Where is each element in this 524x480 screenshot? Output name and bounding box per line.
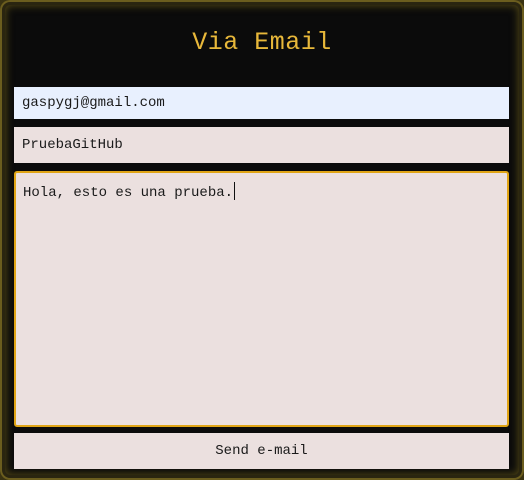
send-email-button[interactable]: Send e-mail xyxy=(14,433,509,469)
email-field[interactable]: gaspygj@gmail.com xyxy=(14,87,509,119)
email-panel: Via Email gaspygj@gmail.com PruebaGitHub… xyxy=(0,0,524,480)
message-text: Hola, esto es una prueba. xyxy=(23,185,234,201)
message-textarea[interactable]: Hola, esto es una prueba. xyxy=(14,171,509,427)
text-caret xyxy=(234,182,236,200)
subject-field[interactable]: PruebaGitHub xyxy=(14,127,509,163)
panel-title: Via Email xyxy=(192,28,332,57)
